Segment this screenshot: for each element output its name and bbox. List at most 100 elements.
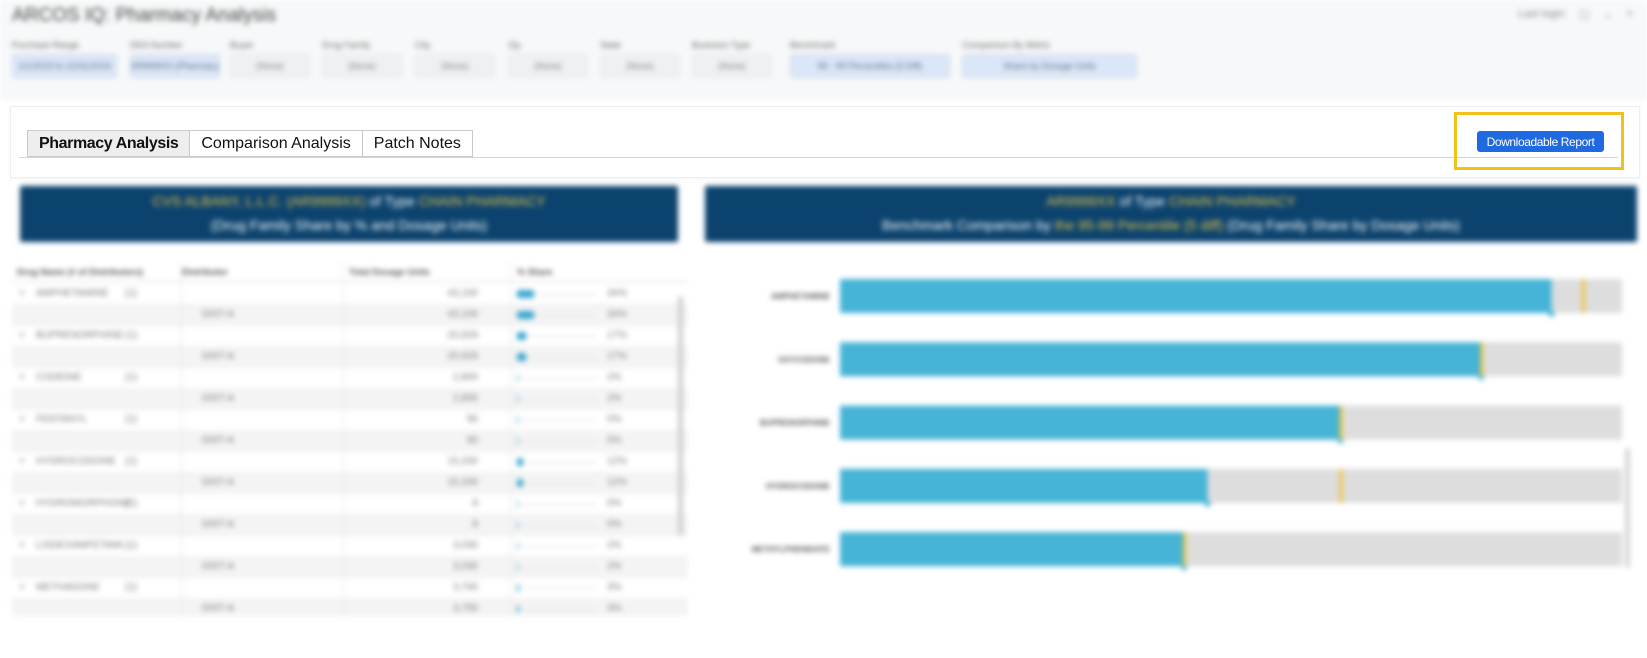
filter-dropdown[interactable]: (None)	[415, 54, 495, 78]
share-bar	[517, 311, 534, 319]
filter: Purchase Range 1/1/2019 to 12/31/2019	[12, 40, 117, 78]
table-row-group[interactable]: ˅ HYDROCODONE (1) 15,200 12%	[12, 452, 688, 473]
column-header-share[interactable]: % Share	[517, 267, 553, 277]
expand-chevron-icon[interactable]: ˅	[19, 456, 25, 467]
filter-dropdown[interactable]: Share by Dosage Units	[962, 54, 1137, 78]
share-bar	[517, 479, 523, 487]
expand-chevron-icon[interactable]: ˅	[19, 372, 25, 383]
share-track	[517, 546, 597, 547]
dosage-units: 3,700	[452, 582, 478, 593]
filter-dropdown[interactable]: (None)	[692, 54, 772, 78]
table-row: DIST-A 15,200 12%	[12, 473, 688, 494]
column-divider	[510, 262, 511, 616]
distributor-count: (1)	[125, 372, 138, 383]
share-track	[517, 378, 597, 379]
filter-label: Benchmark	[790, 40, 836, 50]
expand-chevron-icon[interactable]: ˅	[19, 288, 25, 299]
share-track	[517, 336, 597, 337]
dosage-units: 3,030	[452, 540, 478, 551]
share-percent: 0%	[607, 519, 622, 530]
benchmark-bar-chart: AMPHETAMINE OXYCODONE BUPRENORPHINE HYDROCO…	[751, 279, 1622, 571]
filter-dropdown[interactable]: 95 - 99 Percentiles (5 Diff)	[790, 54, 950, 78]
column-header-units[interactable]: Total Dosage Units	[349, 267, 430, 277]
table-row-group[interactable]: ˅ CODEINE (1) 2,800 2%	[12, 368, 688, 389]
filter-label: Comparison By Metric	[962, 40, 1051, 50]
filter-dropdown[interactable]: (None)	[508, 54, 588, 78]
filter-dropdown[interactable]: (None)	[322, 54, 402, 78]
close-icon[interactable]: ×	[1627, 8, 1633, 21]
top-right-controls: Last login ▢ ⌄ ×	[1518, 8, 1633, 21]
filter-dropdown[interactable]: 1/1/2019 to 12/31/2019	[12, 54, 117, 78]
value-bar[interactable]	[840, 468, 1208, 503]
table-row-group[interactable]: ˅ LISDEXAMFETAMI... (1) 3,030 2%	[12, 536, 688, 557]
tab-comparison-analysis[interactable]: Comparison Analysis	[189, 130, 363, 157]
chevron-down-icon[interactable]: ⌄	[1603, 8, 1612, 21]
share-bar	[517, 521, 518, 529]
benchmark-name: the 95-99 Percentile (5 diff)	[1054, 217, 1224, 233]
dosage-units: 3,700	[452, 603, 478, 614]
dosage-units: 2,800	[452, 372, 478, 383]
downloadable-report-button[interactable]: Downloadable Report	[1477, 131, 1604, 152]
chart-scrollbar[interactable]	[1625, 448, 1630, 568]
pharmacy-type: CHAIN PHARMACY	[418, 193, 546, 209]
table-row-group[interactable]: ˅ METHADONE (1) 3,700 3%	[12, 578, 688, 599]
filter-label: State	[600, 40, 622, 50]
table-scrollbar[interactable]	[678, 296, 683, 536]
share-percent: 12%	[607, 456, 628, 467]
dosage-units: 43,100	[447, 288, 478, 299]
share-bar	[517, 290, 534, 298]
filter-dropdown[interactable]: AR9999XX (Pharmacy)	[130, 54, 220, 78]
filter-bar: ARCOS IQ: Pharmacy Analysis Last login ▢…	[0, 0, 1647, 100]
table-row-group[interactable]: ˅ HYDROMORPHONE (1) 8 0%	[12, 494, 688, 515]
share-percent: 2%	[607, 372, 622, 383]
right-panel-header: AR9999XX of Type CHAIN PHARMACY Benchmar…	[705, 186, 1637, 242]
share-bar	[517, 353, 526, 361]
bookmark-icon[interactable]: ▢	[1579, 8, 1589, 21]
category-label: BUPRENORPHINE	[760, 419, 831, 428]
share-bar	[517, 332, 526, 340]
category-label: OXYCODONE	[778, 355, 831, 364]
tab-patch-notes[interactable]: Patch Notes	[361, 130, 473, 157]
expand-chevron-icon[interactable]: ˅	[19, 414, 25, 425]
tab-pharmacy-analysis[interactable]: Pharmacy Analysis	[27, 130, 191, 157]
drug-name: HYDROCODONE	[36, 456, 117, 467]
table-row-group[interactable]: ˅ FENTANYL (1) 90 0%	[12, 410, 688, 431]
expand-chevron-icon[interactable]: ˅	[19, 582, 25, 593]
drug-share-table: Drug Name (# of Distributors) Distributo…	[12, 262, 688, 616]
share-track	[517, 567, 597, 568]
filter-dropdown[interactable]: (None)	[230, 54, 310, 78]
value-bar[interactable]	[840, 532, 1185, 567]
filter-dropdown[interactable]: (None)	[600, 54, 680, 78]
table-row: DIST-A 90 0%	[12, 431, 688, 452]
value-bar[interactable]	[840, 342, 1482, 377]
benchmark-marker	[1183, 532, 1187, 567]
benchmark-suffix: (Drug Family Share by Dosage Units)	[1223, 217, 1460, 233]
share-bar	[517, 458, 523, 466]
title-connector: of Type	[1115, 193, 1169, 209]
drug-name: LISDEXAMFETAMI...	[36, 540, 131, 551]
dosage-units: 15,200	[447, 477, 478, 488]
dosage-units: 43,100	[447, 309, 478, 320]
table-row: DIST-A 8 0%	[12, 515, 688, 536]
filter: City (None)	[415, 40, 495, 78]
drug-name: BUPRENORPHINE	[36, 330, 124, 341]
dosage-units: 3,030	[452, 561, 478, 572]
table-row-group[interactable]: ˅ BUPRENORPHINE (1) 20,929 17%	[12, 326, 688, 347]
value-bar[interactable]	[840, 279, 1552, 313]
filter: Zip (None)	[508, 40, 588, 78]
column-header-drug[interactable]: Drug Name (# of Distributors)	[17, 267, 143, 277]
drug-name: FENTANYL	[36, 414, 88, 425]
expand-chevron-icon[interactable]: ˅	[19, 540, 25, 551]
share-percent: 2%	[607, 540, 622, 551]
expand-chevron-icon[interactable]: ˅	[19, 498, 25, 509]
share-percent: 12%	[607, 477, 628, 488]
expand-chevron-icon[interactable]: ˅	[19, 330, 25, 341]
share-track	[517, 399, 597, 400]
share-percent: 3%	[607, 582, 622, 593]
value-bar[interactable]	[840, 405, 1341, 440]
column-header-distributor[interactable]: Distributor	[182, 267, 228, 277]
dashboard-content: CVS ALBANY, L.L.C. (AR9999XX) of Type CH…	[0, 186, 1647, 658]
table-row-group[interactable]: ˅ AMPHETAMINE (1) 43,100 34%	[12, 284, 688, 305]
table-row: DIST-A 2,800 2%	[12, 389, 688, 410]
share-bar	[517, 563, 518, 571]
